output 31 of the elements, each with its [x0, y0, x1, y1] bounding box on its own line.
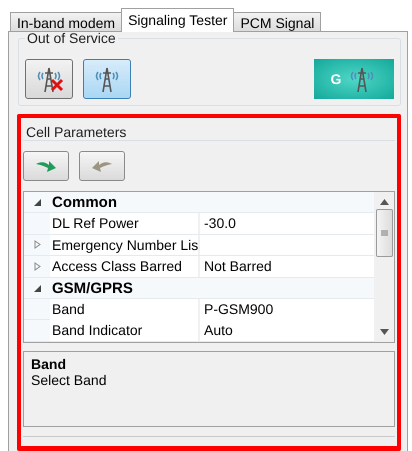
- property-name[interactable]: DL Ref Power: [50, 213, 200, 234]
- scrollbar[interactable]: [374, 192, 394, 342]
- tab[interactable]: PCM Signal: [233, 12, 322, 32]
- property-name[interactable]: Band Indicator: [50, 320, 200, 342]
- tab[interactable]: In-band modem: [10, 12, 122, 32]
- property-value[interactable]: P-GSM900: [200, 298, 374, 320]
- property-value[interactable]: Not Barred: [200, 256, 374, 278]
- property-value[interactable]: -30.0: [200, 213, 374, 234]
- grip-icon: [380, 230, 388, 236]
- tower-button[interactable]: [25, 59, 73, 99]
- expanded-icon[interactable]: [32, 284, 42, 293]
- expanded-icon[interactable]: [32, 198, 42, 207]
- property-name[interactable]: Access Class Barred: [50, 256, 200, 278]
- description-title: Band: [31, 356, 67, 372]
- tab[interactable]: Signaling Tester: [121, 8, 234, 32]
- collapsed-icon[interactable]: [32, 262, 42, 272]
- curved-arrow-icon: [91, 159, 113, 173]
- property-name[interactable]: Emergency Number Lis: [50, 234, 200, 256]
- category-label: Common: [51, 193, 118, 213]
- group-title: Cell Parameters: [23, 124, 395, 141]
- scroll-up-icon[interactable]: [380, 199, 388, 205]
- description-text: Select Band: [31, 372, 108, 388]
- cross-icon: [50, 78, 64, 92]
- scroll-down-icon[interactable]: [380, 329, 388, 335]
- tower-button[interactable]: [83, 59, 131, 99]
- curved-arrow-icon: [35, 159, 57, 173]
- collapsed-icon[interactable]: [32, 240, 42, 250]
- apply-button[interactable]: [23, 151, 69, 181]
- property-name[interactable]: Band: [50, 298, 200, 320]
- property-value[interactable]: Auto: [200, 320, 374, 342]
- category-label: GSM/GPRS: [51, 278, 134, 299]
